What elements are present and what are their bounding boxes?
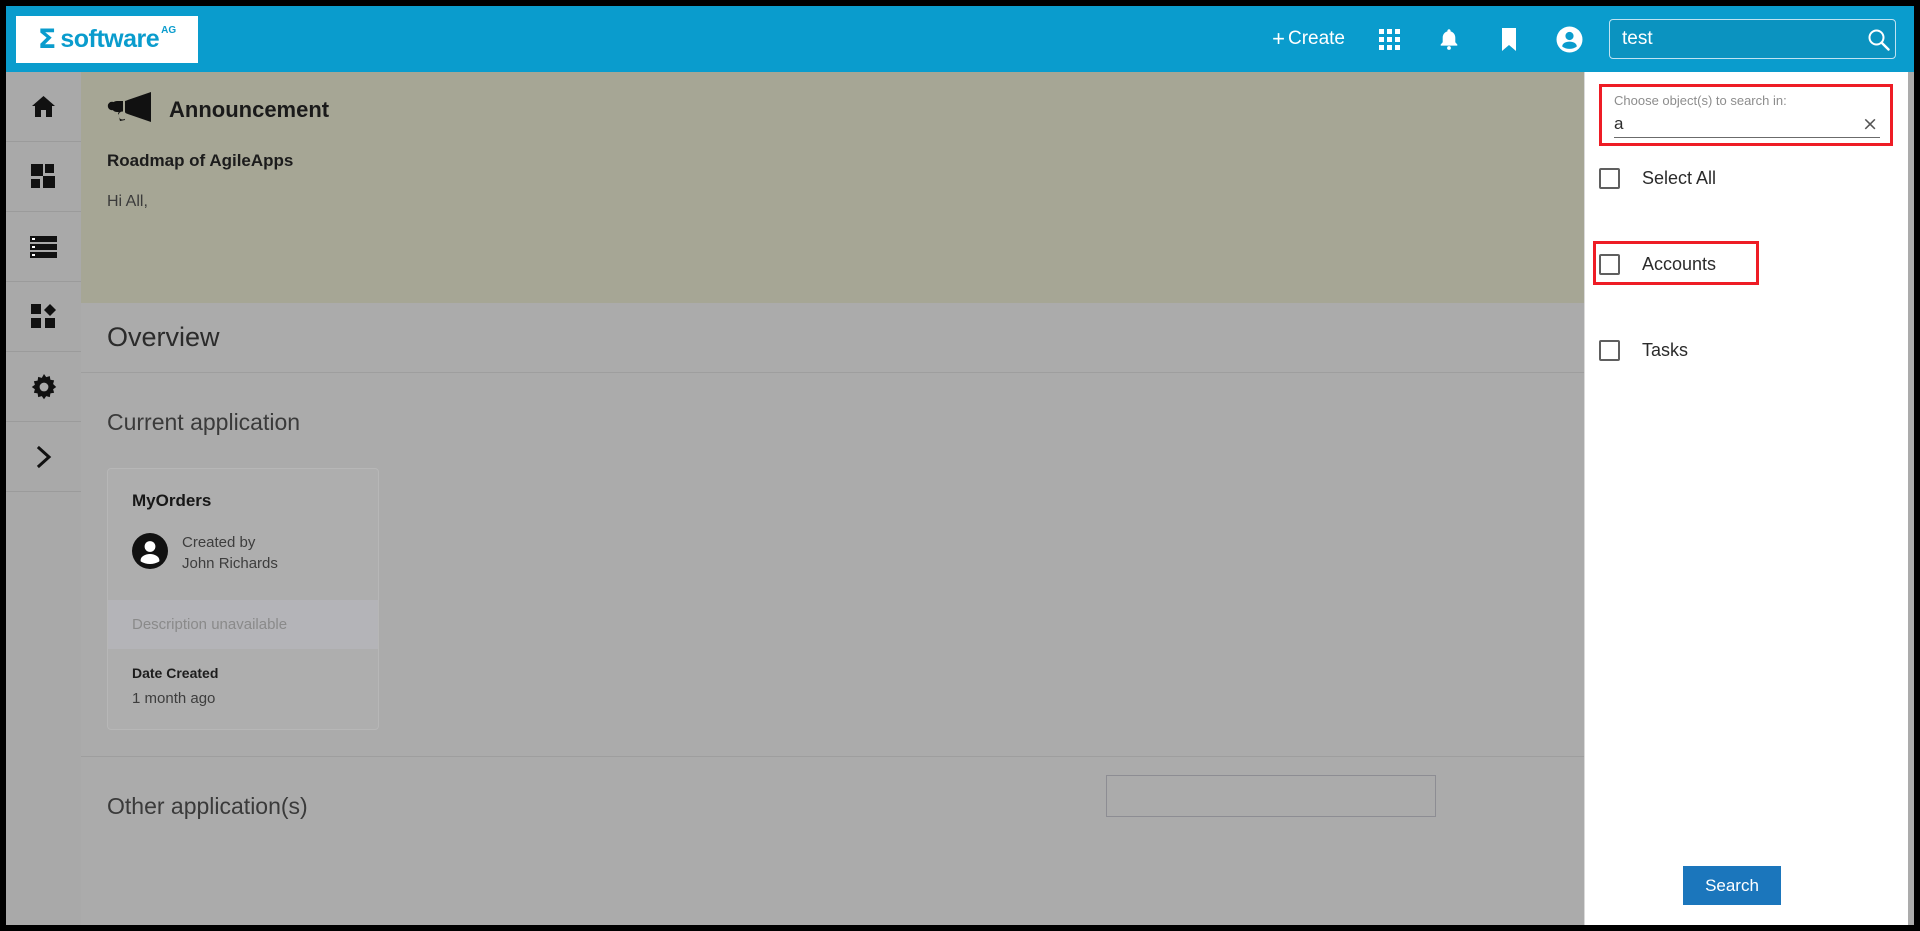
application-card-footer: Date Created 1 month ago xyxy=(108,649,378,729)
overview-section-header: Overview xyxy=(81,303,1585,373)
option-accounts[interactable]: Accounts xyxy=(1599,254,1716,275)
created-by-name: John Richards xyxy=(182,554,278,572)
logo-superscript: AG xyxy=(161,24,177,36)
sidebar-item-expand[interactable] xyxy=(6,422,81,492)
object-search-panel: Choose object(s) to search in: × Select … xyxy=(1584,72,1908,925)
account-icon[interactable] xyxy=(1539,6,1599,72)
date-created-value: 1 month ago xyxy=(132,690,216,708)
search-icon[interactable] xyxy=(1867,28,1890,51)
logo-mark-icon: Ʃ xyxy=(37,23,57,55)
list-icon xyxy=(30,235,57,258)
other-applications-filter-input[interactable] xyxy=(1106,775,1436,818)
sidebar-item-applications[interactable] xyxy=(6,282,81,352)
global-search-box[interactable] xyxy=(1609,19,1896,59)
left-sidebar xyxy=(6,72,81,925)
application-card[interactable]: MyOrders Created by John Richards Descri… xyxy=(107,468,379,731)
apps-grid-glyph xyxy=(1378,28,1400,50)
checkbox-accounts[interactable] xyxy=(1599,254,1620,275)
bell-icon[interactable] xyxy=(1419,6,1479,72)
chevron-right-icon xyxy=(36,445,52,469)
announcement-subject: Roadmap of AgileApps xyxy=(107,151,294,170)
sidebar-item-home[interactable] xyxy=(6,72,81,142)
search-input[interactable] xyxy=(1622,28,1867,50)
application-description: Description unavailable xyxy=(108,600,378,650)
object-filter-input[interactable] xyxy=(1614,114,1861,134)
sidebar-item-list[interactable] xyxy=(6,212,81,282)
application-card-top: MyOrders Created by John Richards xyxy=(108,469,378,600)
sidebar-item-dashboard[interactable] xyxy=(6,142,81,212)
announcement-banner: Announcement Roadmap of AgileApps Hi All… xyxy=(81,72,1585,303)
other-applications-title: Other application(s) xyxy=(107,793,308,820)
page-title: Overview xyxy=(107,322,220,352)
option-select-all[interactable]: Select All xyxy=(1599,168,1716,189)
option-label-tasks: Tasks xyxy=(1642,340,1689,360)
apps-grid-icon[interactable] xyxy=(1359,6,1419,72)
gear-icon xyxy=(31,373,57,400)
home-icon xyxy=(31,95,56,118)
checkbox-select-all[interactable] xyxy=(1599,168,1620,189)
create-button[interactable]: + Create xyxy=(1258,28,1359,50)
panel-search-button[interactable]: Search xyxy=(1683,866,1781,905)
date-created-label: Date Created xyxy=(132,665,219,682)
top-navigation-bar: Ʃ software AG + Create xyxy=(6,6,1914,72)
created-by-label: Created by xyxy=(182,534,256,551)
plus-icon: + xyxy=(1272,26,1285,51)
dashboard-icon xyxy=(31,164,56,189)
object-field-row: × xyxy=(1614,114,1880,138)
checkbox-tasks[interactable] xyxy=(1599,340,1620,361)
create-button-label: Create xyxy=(1287,28,1345,49)
option-label-accounts: Accounts xyxy=(1642,254,1717,274)
sidebar-item-settings[interactable] xyxy=(6,352,81,422)
user-avatar-icon xyxy=(132,533,168,574)
close-icon[interactable]: × xyxy=(1860,114,1880,134)
logo-wordmark: software xyxy=(60,24,160,53)
application-creator-text: Created by John Richards xyxy=(182,533,278,574)
object-field-label: Choose object(s) to search in: xyxy=(1614,93,1787,108)
app-window: Ʃ software AG + Create test Announcement… xyxy=(0,0,1920,931)
application-name: MyOrders xyxy=(132,491,212,510)
apps-icon xyxy=(31,304,56,329)
announcement-header: Announcement xyxy=(107,90,1559,129)
option-tasks[interactable]: Tasks xyxy=(1599,340,1688,361)
object-field-highlight: Choose object(s) to search in: × xyxy=(1599,84,1893,146)
announcement-body: Hi All, xyxy=(107,193,148,210)
other-applications-section: Other application(s) xyxy=(81,756,1585,876)
software-ag-logo[interactable]: Ʃ software AG xyxy=(16,15,198,63)
option-label-select-all: Select All xyxy=(1642,168,1717,188)
top-navigation-actions: + Create xyxy=(1258,6,1914,72)
bookmark-icon[interactable] xyxy=(1479,6,1539,72)
announcement-title: Announcement xyxy=(169,96,330,122)
application-creator: Created by John Richards xyxy=(132,533,354,574)
megaphone-icon xyxy=(107,90,155,129)
